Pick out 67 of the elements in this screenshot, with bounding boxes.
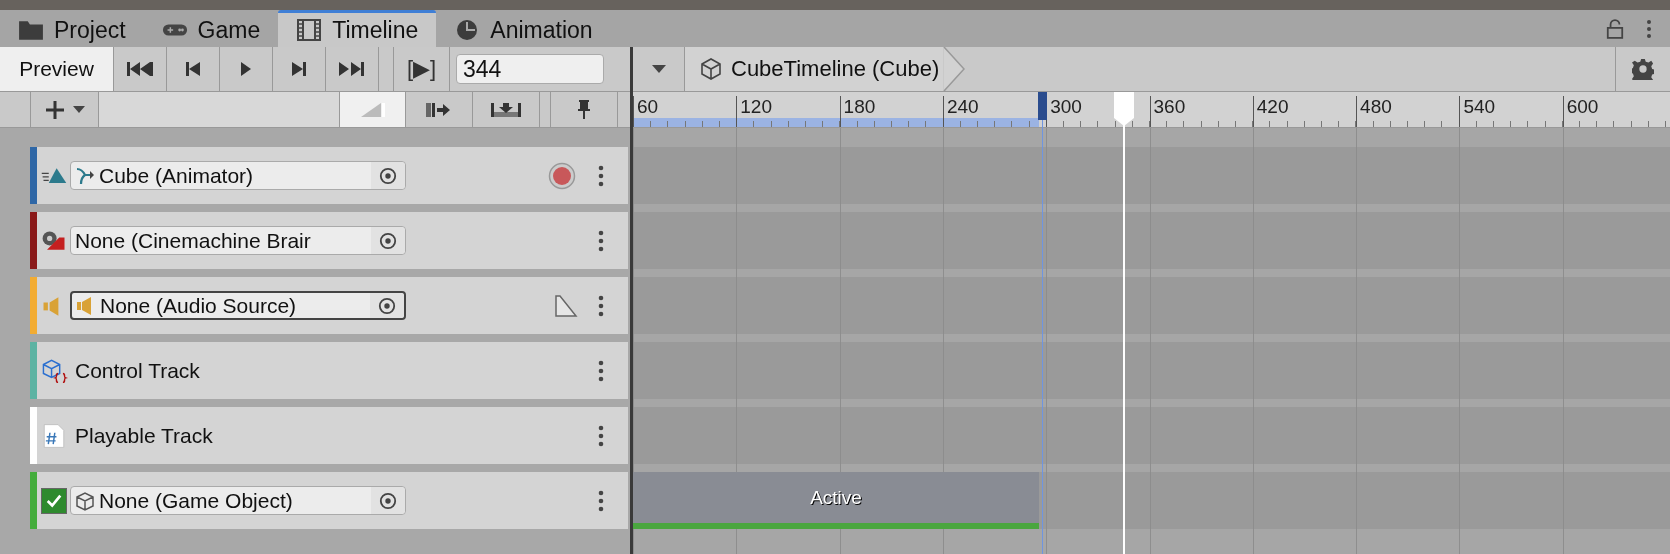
curve-icon[interactable]	[554, 293, 578, 318]
tab[interactable]: Timeline	[278, 10, 437, 47]
step-forward-icon	[291, 61, 307, 77]
plus-icon	[44, 99, 65, 120]
range-end-marker[interactable]	[1038, 92, 1047, 554]
ruler-tick-label: 120	[740, 96, 772, 118]
skip-to-start-icon	[126, 61, 154, 77]
preview-button[interactable]: Preview	[0, 47, 114, 91]
track-lane[interactable]	[633, 277, 1670, 334]
ruler-tick-label: 480	[1360, 96, 1392, 118]
ruler-tick-label: 300	[1050, 96, 1082, 118]
ruler-tick-label: 240	[946, 96, 979, 118]
caret-icon	[651, 65, 666, 73]
curve-toggle-button[interactable]	[340, 92, 406, 127]
pin-icon	[577, 99, 591, 120]
ruler-tick-label: 540	[1463, 96, 1496, 118]
animator-icon	[75, 165, 95, 186]
active-checkbox[interactable]	[40, 487, 67, 514]
more-options-icon[interactable]	[598, 424, 604, 447]
object-picker-icon[interactable]	[379, 491, 397, 510]
more-options-icon[interactable]	[598, 164, 604, 187]
insert-down-icon	[490, 101, 522, 118]
ruler-tick-label: 600	[1566, 96, 1599, 118]
more-options-icon[interactable]	[598, 229, 604, 252]
more-options-icon[interactable]	[598, 489, 604, 512]
ruler-tick-label: 60	[637, 96, 659, 118]
frame-field[interactable]: 344	[456, 54, 604, 84]
track-header[interactable]: Playable Track	[30, 407, 628, 464]
caret-icon	[72, 106, 85, 113]
track-header[interactable]: None (Audio Source)	[30, 277, 628, 334]
record-button[interactable]	[548, 161, 576, 190]
settings-icon	[1632, 58, 1654, 80]
tab[interactable]: Project	[0, 10, 144, 47]
object-picker-icon[interactable]	[379, 166, 397, 185]
track-lane[interactable]	[633, 212, 1670, 269]
film-strip-icon	[296, 19, 323, 41]
lock-icon[interactable]	[1606, 18, 1624, 39]
object-picker-icon[interactable]	[378, 296, 396, 315]
track-lane[interactable]	[633, 147, 1670, 204]
object-field[interactable]: None (Audio Source)	[70, 291, 406, 320]
step-back-icon	[185, 61, 201, 77]
ruler-tick-label: 180	[843, 96, 876, 118]
tab[interactable]: Game	[143, 10, 279, 47]
more-options-icon[interactable]	[598, 294, 604, 317]
cube-icon	[699, 57, 723, 81]
track-lane[interactable]	[633, 407, 1670, 464]
object-picker-icon[interactable]	[379, 231, 397, 250]
track-header[interactable]: None (Game Object)	[30, 472, 628, 529]
track-name: Playable Track	[75, 423, 213, 448]
folder-icon	[18, 19, 44, 41]
cube-icon	[75, 490, 95, 511]
track-header[interactable]: Cube (Animator)	[30, 147, 628, 204]
more-options-icon[interactable]	[1646, 18, 1652, 39]
play-icon	[240, 61, 252, 77]
playhead-handle[interactable]	[1113, 92, 1134, 126]
tab[interactable]: Animation	[436, 10, 611, 47]
object-field[interactable]: None (Cinemachine Brair	[70, 226, 406, 255]
object-field[interactable]: None (Game Object)	[70, 486, 406, 515]
ruler-tick-label: 360	[1153, 96, 1186, 118]
track-header[interactable]: Control Track	[30, 342, 628, 399]
more-options-icon[interactable]	[598, 359, 604, 382]
ruler-tick-label: 420	[1256, 96, 1289, 118]
track-name: Control Track	[75, 358, 200, 383]
object-field[interactable]: Cube (Animator)	[70, 161, 406, 190]
track-header[interactable]: None (Cinemachine Brair	[30, 212, 628, 269]
skip-to-end-icon	[338, 61, 366, 77]
track-lane[interactable]	[633, 342, 1670, 399]
